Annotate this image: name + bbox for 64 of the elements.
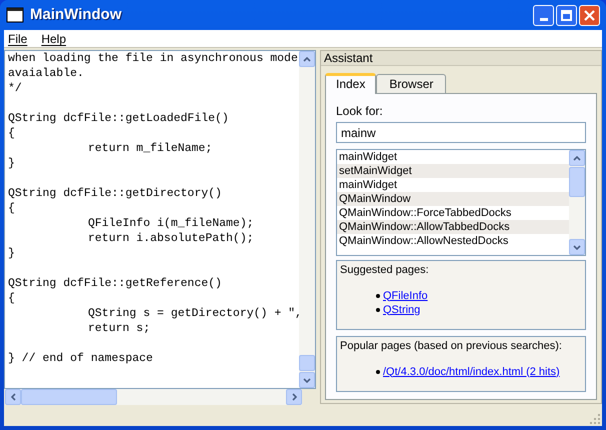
code-line: QString dcfFile::getDirectory() (8, 186, 222, 201)
maximize-button[interactable] (556, 4, 577, 26)
results-list[interactable]: mainWidget setMainWidget mainWidget QMainWindow QMainWindow::ForceTabbedDocks QMainWindow::AllowTabbedDocks QMainWindow::AllowNestedDocks (336, 149, 586, 256)
vertical-scrollbar[interactable] (299, 51, 315, 388)
close-icon (584, 10, 595, 20)
dock-title: Assistant (321, 51, 601, 66)
maximize-icon (561, 10, 572, 20)
code-line: QString dcfFile::getReference() (8, 276, 222, 291)
code-line: } // end of namespace (8, 351, 153, 366)
tab[interactable]: Browser (376, 74, 446, 93)
resize-grip-icon[interactable] (590, 414, 600, 424)
code-line: { (8, 126, 15, 141)
tab[interactable]: Index (325, 73, 376, 94)
popular-heading: Popular pages (based on previous searches): (340, 339, 563, 354)
caret-down-icon (303, 378, 311, 382)
link[interactable]: /Qt/4.3.0/doc/html/index.html (2 hits) (383, 364, 560, 378)
code-line: } (8, 246, 15, 261)
bullet-icon (376, 294, 380, 298)
list-scrollbar[interactable] (569, 150, 585, 255)
code-line: return s; (87, 321, 150, 336)
look-for-label: Look for: (336, 103, 384, 120)
caret-up-icon (573, 156, 581, 160)
code-line: return i.absolutePath(); (87, 231, 254, 246)
caret-up-icon (303, 56, 311, 62)
window-icon (6, 7, 24, 23)
bullet-icon (376, 370, 380, 374)
minimize-button[interactable] (533, 4, 554, 26)
link[interactable]: QString (383, 302, 420, 316)
suggested-heading: Suggested pages: (340, 263, 430, 278)
caret-left-icon (10, 393, 16, 401)
code-line: QString s = getDirectory() + ", (87, 306, 299, 321)
window-title: MainWindow (30, 4, 122, 25)
minimize-icon (540, 18, 548, 20)
scroll-thumb[interactable] (569, 167, 585, 197)
bullet-icon (376, 308, 380, 312)
scroll-thumb[interactable] (21, 389, 117, 405)
code-line: QString dcfFile::getLoadedFile() (8, 111, 229, 126)
scroll-left-button[interactable] (5, 389, 21, 405)
scroll-down-button[interactable] (299, 372, 315, 388)
caret-down-icon (573, 244, 581, 250)
code-line: QFileInfo i(m_fileName); (87, 216, 254, 231)
caret-right-icon (292, 393, 296, 401)
scroll-up-button[interactable] (299, 51, 315, 67)
list-item[interactable]: QMainWindow (337, 192, 569, 206)
code-line: { (8, 201, 15, 216)
link[interactable]: QFileInfo (383, 288, 428, 302)
code-line: avaialable. (8, 66, 84, 81)
code-line: { (8, 291, 15, 306)
scroll-up-button[interactable] (569, 150, 585, 166)
scroll-down-button[interactable] (569, 239, 585, 255)
menu-item[interactable]: Help (41, 30, 66, 48)
list-item[interactable]: setMainWidget (337, 164, 569, 178)
code-editor[interactable] (4, 50, 316, 389)
scroll-right-button[interactable] (286, 389, 302, 405)
close-button[interactable] (579, 4, 600, 26)
search-field[interactable]: mainw (336, 122, 586, 143)
code-line: } (8, 156, 15, 171)
list-item[interactable]: QMainWindow::AllowTabbedDocks (337, 220, 569, 234)
scroll-thumb[interactable] (299, 355, 315, 371)
menu-item[interactable]: File (8, 30, 28, 48)
code-line: return m_fileName; (87, 141, 212, 156)
horizontal-scrollbar[interactable] (5, 389, 302, 405)
code-line: */ (8, 81, 22, 96)
code-line: when loading the file in asynchronous mode (8, 51, 298, 66)
